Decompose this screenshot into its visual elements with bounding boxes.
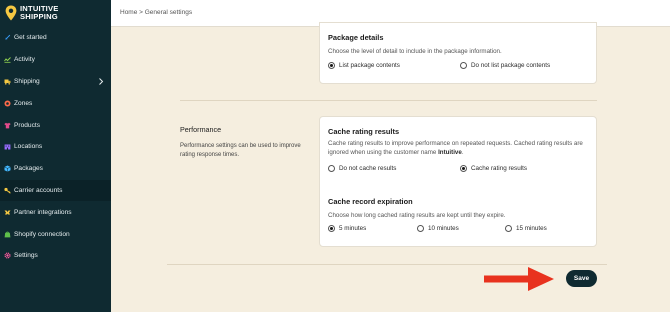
sidebar-item-shipping[interactable]: Shipping [0, 71, 111, 93]
shopify-icon [4, 231, 11, 238]
sidebar-item-label: Locations [14, 143, 43, 151]
breadcrumb[interactable]: Home > General settings [120, 9, 192, 16]
sidebar-item-label: Partner integrations [14, 208, 72, 216]
radio-do-not-list-package-contents[interactable]: Do not list package contents [460, 62, 550, 69]
sidebar-nav: Get started Activity Shipping Zones Prod… [0, 27, 111, 267]
building-icon [4, 143, 11, 150]
sidebar-item-label: Zones [14, 99, 33, 107]
section-divider [180, 100, 597, 101]
sidebar-item-label: Products [14, 121, 41, 129]
chevron-right-icon [99, 77, 104, 85]
radio-label: Cache rating results [471, 165, 527, 172]
package-details-card: Package details Choose the level of deta… [319, 22, 597, 84]
cache-rating-description-end: . [461, 149, 464, 156]
brand-logo[interactable]: INTUITIVE SHIPPING [5, 5, 59, 21]
radio-button[interactable] [328, 165, 335, 172]
cache-expiration-title: Cache record expiration [328, 197, 413, 206]
radio-label: Do not cache results [339, 165, 397, 172]
radio-label: 10 minutes [428, 225, 459, 232]
radio-button-checked[interactable] [328, 62, 335, 69]
sidebar: INTUITIVE SHIPPING Get started Activity … [0, 0, 111, 312]
sidebar-item-label: Settings [14, 252, 38, 260]
radio-button-checked[interactable] [328, 225, 335, 232]
save-button[interactable]: Save [566, 270, 597, 287]
brand-name-line2: SHIPPING [20, 12, 58, 21]
radio-label: 15 minutes [516, 225, 547, 232]
cache-expiration-description: Choose how long cached rating results ar… [328, 212, 506, 219]
performance-card: Cache rating results Cache rating result… [319, 116, 597, 247]
sidebar-item-label: Shopify connection [14, 230, 70, 238]
radio-label: List package contents [339, 62, 400, 69]
sidebar-item-label: Activity [14, 56, 35, 64]
key-icon [4, 187, 11, 194]
package-details-title: Package details [328, 33, 384, 42]
cache-rating-description: Cache rating results to improve performa… [328, 139, 592, 157]
brand-name: INTUITIVE SHIPPING [20, 5, 59, 21]
sidebar-item-label: Carrier accounts [14, 186, 63, 194]
customer-name-bold: Intuitive [438, 149, 462, 156]
radio-do-not-cache-results[interactable]: Do not cache results [328, 165, 396, 172]
sidebar-item-label: Packages [14, 165, 43, 173]
annotation-arrow-icon [484, 267, 554, 291]
sidebar-item-partner-integrations[interactable]: Partner integrations [0, 201, 111, 223]
shipping-icon [4, 78, 11, 85]
radio-list-package-contents[interactable]: List package contents [328, 62, 400, 69]
cache-rating-title: Cache rating results [328, 127, 400, 136]
sidebar-item-settings[interactable]: Settings [0, 245, 111, 267]
sidebar-item-activity[interactable]: Activity [0, 49, 111, 71]
gear-icon [4, 252, 11, 259]
radio-button[interactable] [417, 225, 424, 232]
sidebar-item-packages[interactable]: Packages [0, 158, 111, 180]
package-details-description: Choose the level of detail to include in… [328, 48, 502, 55]
location-pin-icon [5, 5, 17, 21]
radio-button[interactable] [460, 62, 467, 69]
sidebar-item-label: Get started [14, 34, 47, 42]
shirt-icon [4, 122, 11, 129]
sidebar-item-zones[interactable]: Zones [0, 92, 111, 114]
sidebar-item-get-started[interactable]: Get started [0, 27, 111, 49]
radio-button-checked[interactable] [460, 165, 467, 172]
radio-cache-rating-results[interactable]: Cache rating results [460, 165, 527, 172]
performance-section-title: Performance [180, 125, 222, 134]
sidebar-item-products[interactable]: Products [0, 114, 111, 136]
radio-label: 5 minutes [339, 225, 367, 232]
sidebar-item-locations[interactable]: Locations [0, 136, 111, 158]
sidebar-item-label: Shipping [14, 77, 40, 85]
footer-divider [167, 264, 607, 265]
partner-icon [4, 209, 11, 216]
performance-section-description: Performance settings can be used to impr… [180, 143, 301, 158]
radio-10-minutes[interactable]: 10 minutes [417, 225, 459, 232]
sidebar-item-shopify-connection[interactable]: Shopify connection [0, 223, 111, 245]
package-icon [4, 165, 11, 172]
zone-icon [4, 100, 11, 107]
radio-button[interactable] [505, 225, 512, 232]
activity-icon [4, 56, 11, 63]
radio-label: Do not list package contents [471, 62, 551, 69]
radio-15-minutes[interactable]: 15 minutes [505, 225, 547, 232]
radio-5-minutes[interactable]: 5 minutes [328, 225, 366, 232]
sidebar-item-carrier-accounts[interactable]: Carrier accounts [0, 179, 111, 202]
rocket-icon [4, 34, 11, 41]
